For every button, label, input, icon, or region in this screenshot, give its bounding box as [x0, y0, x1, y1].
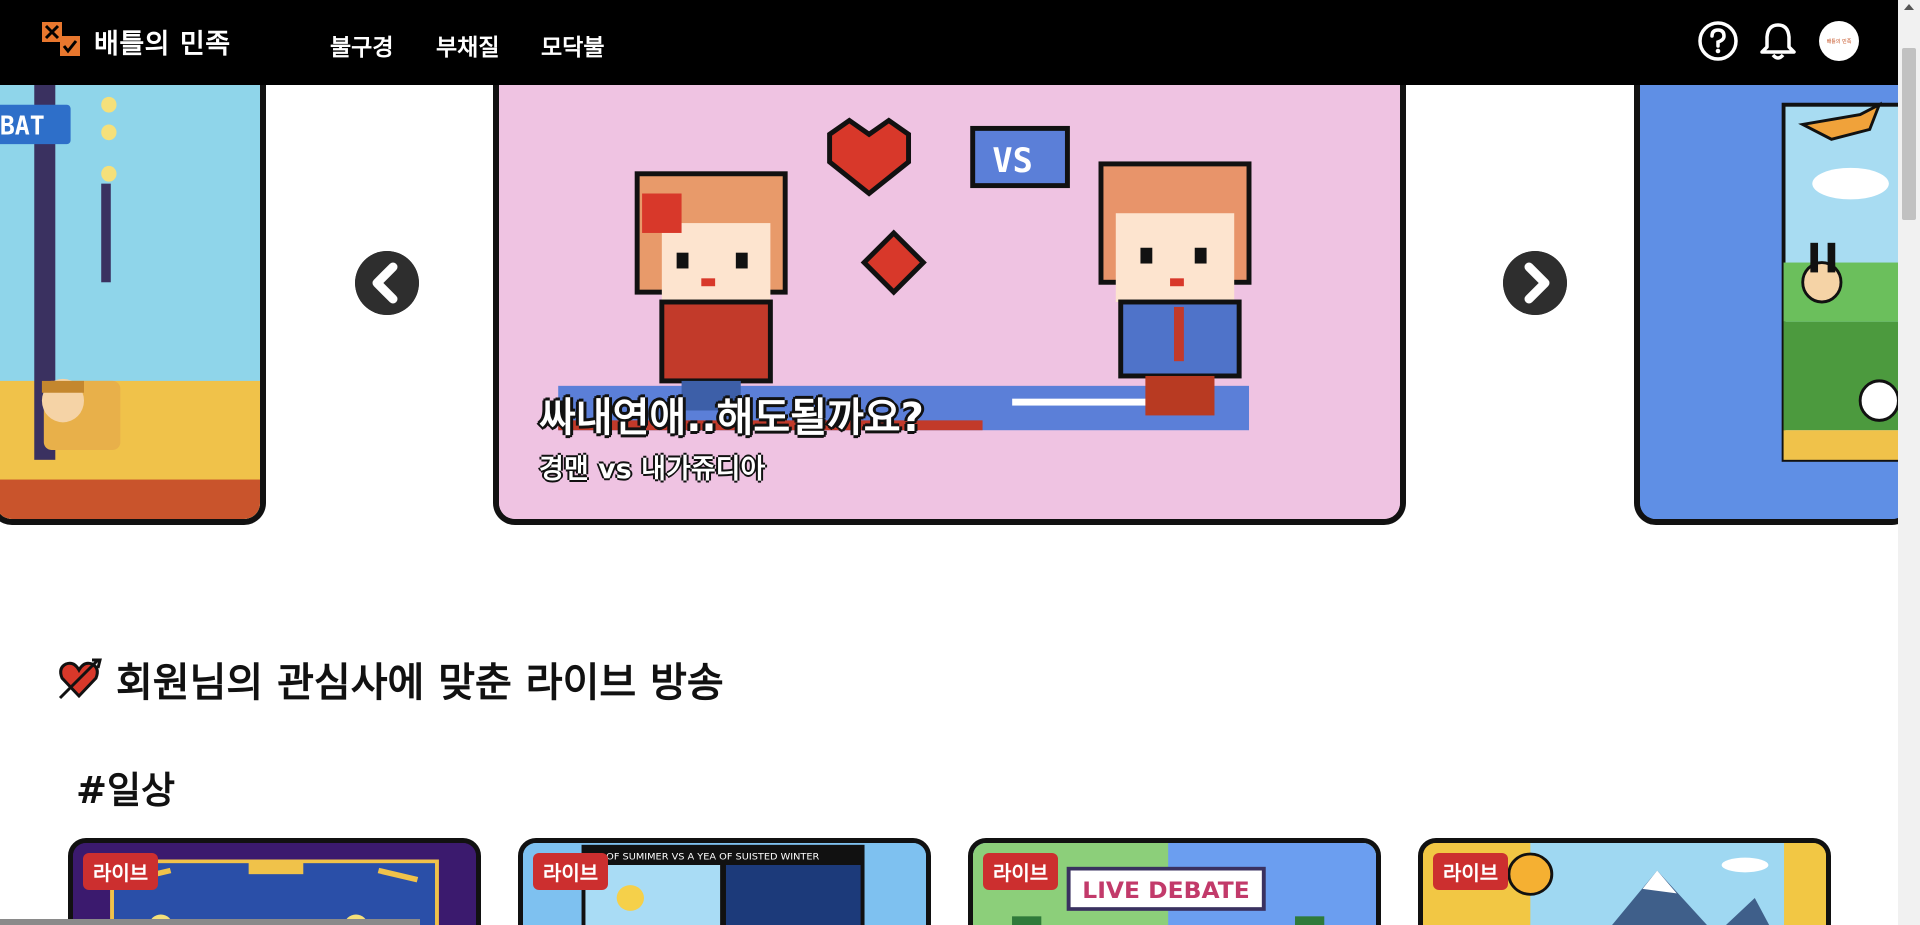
- banner-title: 싸내연애..해도될까요?: [539, 395, 924, 441]
- next-slide-art: [1640, 85, 1898, 519]
- live-badge: 라이브: [983, 853, 1059, 890]
- live-stream-card[interactable]: LIVE DEBATE 라이브: [968, 838, 1381, 925]
- scroll-thumb[interactable]: [1902, 48, 1916, 220]
- carousel-next-button[interactable]: [1503, 251, 1567, 315]
- nav-item-fire-watch[interactable]: 불구경: [330, 28, 393, 62]
- live-stream-card[interactable]: EAR OF SUMIMER VS A YEA OF SUISTED WINTE…: [518, 838, 931, 925]
- carousel-prev-button[interactable]: [355, 251, 419, 315]
- live-debate-sign: LIVE DEBATE: [1082, 879, 1249, 904]
- section-title: 회원님의 관심사에 맞춘 라이브 방송: [116, 660, 724, 706]
- vs-bubble-text: VS: [992, 141, 1032, 180]
- help-circle-icon[interactable]: [1697, 20, 1739, 62]
- banner-carousel: BAT VS 싸내연애..해도될까요? 경맨 vs 내가쥬디아: [0, 85, 1898, 525]
- nav-item-fan[interactable]: 부채질: [436, 28, 499, 62]
- bell-icon[interactable]: [1757, 20, 1799, 62]
- scroll-up-arrow-icon[interactable]: [1904, 4, 1914, 10]
- carousel-slide-previous[interactable]: BAT: [0, 85, 266, 525]
- brand-logo-icon[interactable]: [40, 18, 84, 60]
- banner-subtitle: 경맨 vs 내가쥬디아: [539, 454, 766, 485]
- horizontal-scroll-indicator: [0, 919, 420, 925]
- live-stream-card[interactable]: 라이브: [68, 838, 481, 925]
- category-tag-heading: #일상: [76, 769, 176, 812]
- bat-sign-text: BAT: [0, 111, 45, 140]
- section-heading: 회원님의 관심사에 맞춘 라이브 방송: [56, 650, 724, 708]
- carousel-slide-active[interactable]: VS 싸내연애..해도될까요? 경맨 vs 내가쥬디아: [493, 85, 1406, 525]
- heart-arrow-icon: [58, 658, 102, 700]
- live-stream-card[interactable]: 라이브: [1418, 838, 1831, 925]
- live-badge: 라이브: [1433, 853, 1509, 890]
- top-navigation-bar: 배틀의 민족 불구경 부채질 모닥불 배틀의 민족: [0, 0, 1898, 85]
- nav-item-campfire[interactable]: 모닥불: [541, 28, 604, 62]
- page-scrollbar[interactable]: [1898, 0, 1920, 925]
- user-avatar[interactable]: 배틀의 민족: [1819, 21, 1859, 61]
- card-art-caption: EAR OF SUMIMER VS A YEA OF SUISTED WINTE…: [583, 852, 819, 863]
- previous-slide-art: BAT: [0, 85, 260, 519]
- brand-name[interactable]: 배틀의 민족: [94, 22, 231, 61]
- carousel-slide-next[interactable]: [1634, 85, 1898, 525]
- live-badge: 라이브: [83, 853, 159, 890]
- live-badge: 라이브: [533, 853, 609, 890]
